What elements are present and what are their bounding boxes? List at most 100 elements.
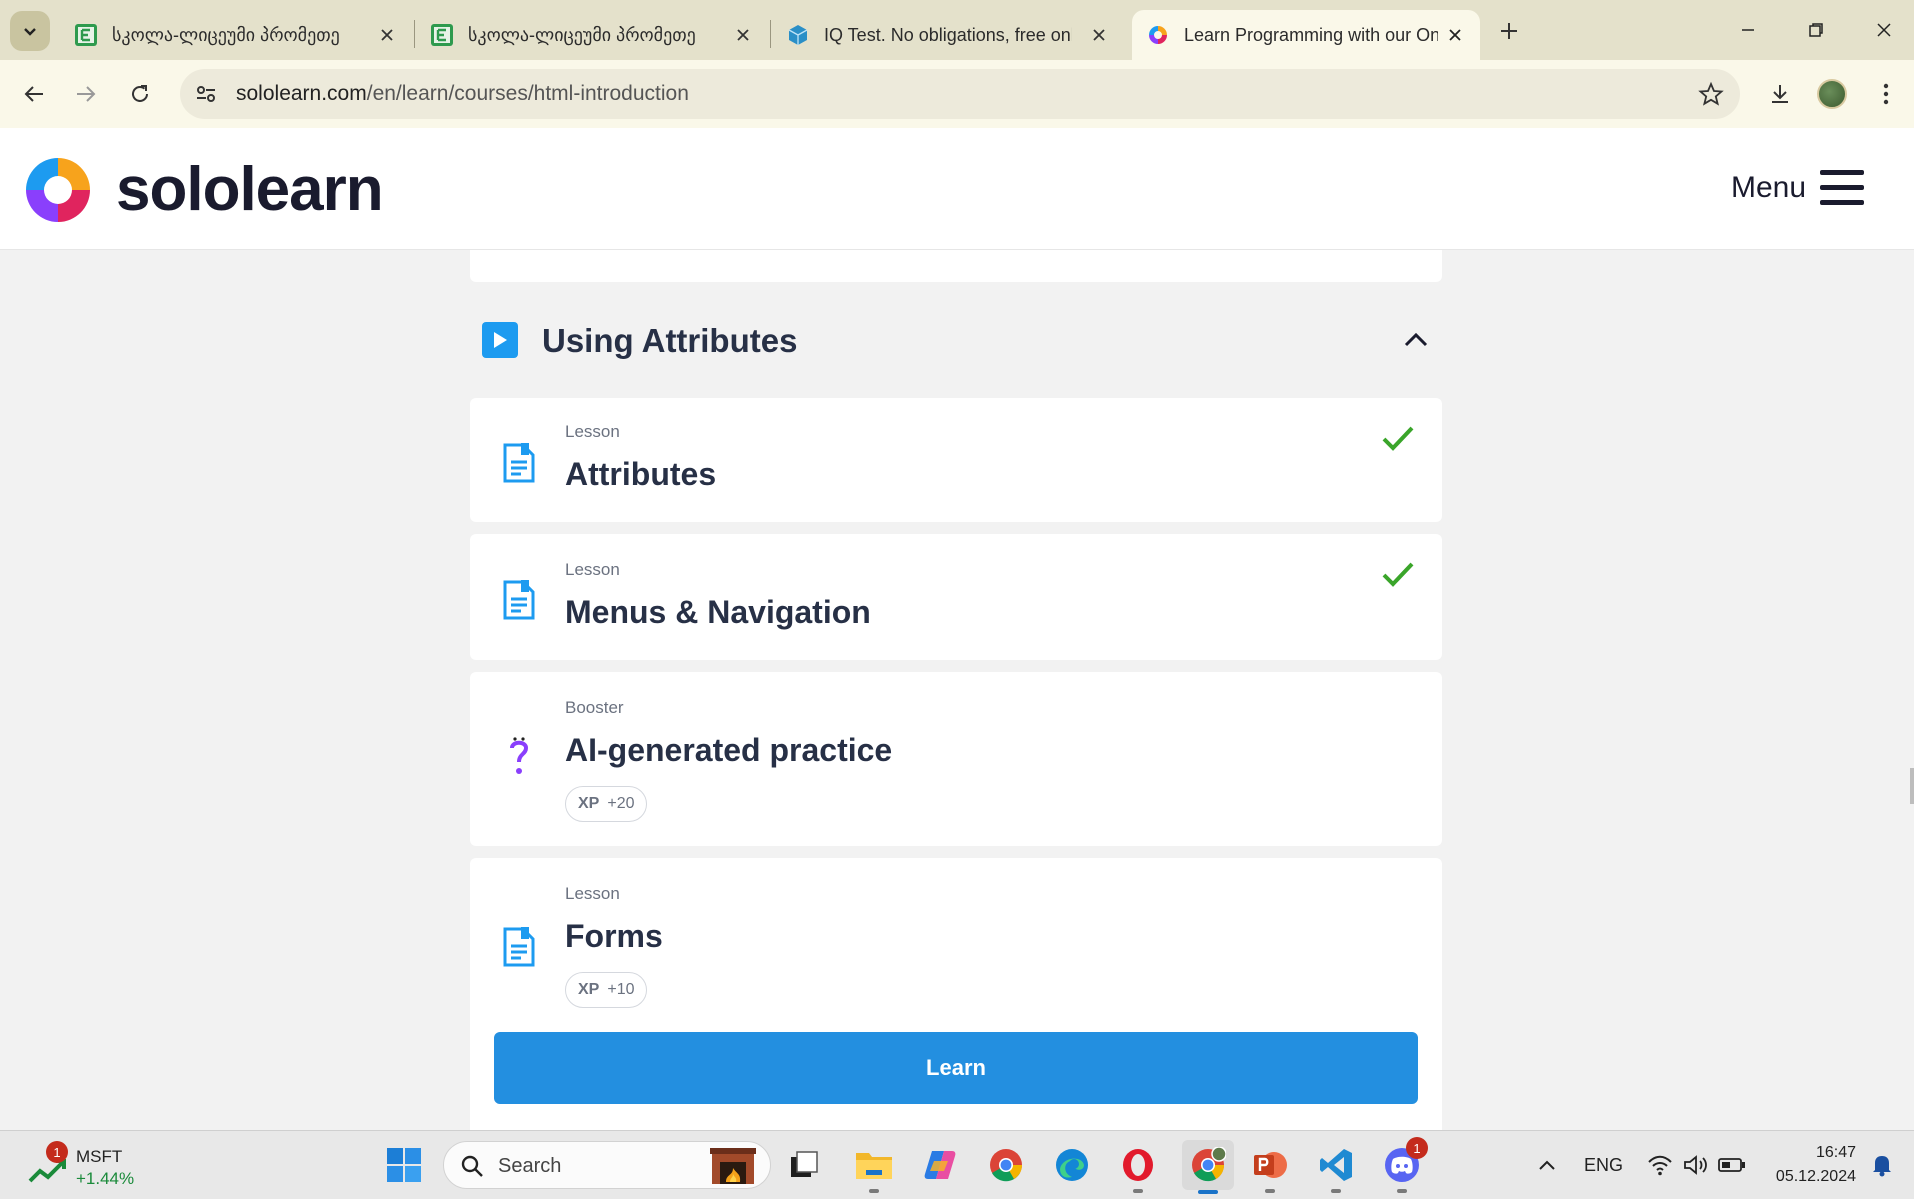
- restore-button[interactable]: [1798, 14, 1834, 46]
- taskbar-file-explorer[interactable]: [852, 1143, 896, 1193]
- downloads-button[interactable]: [1760, 74, 1800, 114]
- wifi-icon: [1648, 1155, 1672, 1176]
- blue-cube-icon: [788, 25, 808, 45]
- item-kind: Booster: [565, 698, 624, 717]
- bell-icon: [1873, 1156, 1891, 1177]
- play-icon: [482, 322, 518, 358]
- notification-badge: 1: [1406, 1137, 1428, 1159]
- question-mark-icon: [510, 737, 529, 774]
- taskbar-vscode[interactable]: [1314, 1143, 1358, 1193]
- start-button[interactable]: [382, 1143, 426, 1187]
- item-title: Forms: [565, 918, 663, 954]
- close-icon[interactable]: [376, 24, 398, 46]
- checkmark-icon: [1382, 426, 1414, 451]
- reload-icon: [132, 85, 148, 102]
- menu-label: Menu: [1730, 171, 1806, 204]
- stock-widget[interactable]: 1 MSFT +1.44%: [26, 1141, 156, 1191]
- lesson-card-menus-navigation[interactable]: Lesson Menus & Navigation: [470, 534, 1442, 660]
- xp-label: XP: [578, 795, 600, 812]
- taskbar-chrome-profile-active[interactable]: [1182, 1140, 1234, 1194]
- search-icon: [461, 1155, 483, 1177]
- url-host: sololearn.com: [236, 82, 367, 105]
- tab-search-button[interactable]: [10, 11, 50, 51]
- green-e-icon: [75, 24, 97, 46]
- xp-value: +10: [607, 981, 635, 998]
- language-indicator[interactable]: ENG: [1584, 1155, 1623, 1176]
- close-icon[interactable]: [1088, 24, 1110, 46]
- tab-prometheus-1[interactable]: სკოლა-ლიცეუმი პრომეთე: [60, 10, 412, 60]
- close-icon: [1877, 23, 1891, 37]
- wifi-status[interactable]: [1640, 1143, 1680, 1187]
- site-header: sololearn Menu: [0, 128, 1914, 250]
- volume-status[interactable]: [1676, 1143, 1716, 1187]
- forward-button[interactable]: [66, 74, 106, 114]
- chevron-up-icon[interactable]: [1400, 324, 1432, 356]
- avatar: [1817, 79, 1847, 109]
- back-button[interactable]: [14, 74, 54, 114]
- lesson-card-attributes[interactable]: Lesson Attributes: [470, 398, 1442, 522]
- taskbar-copilot[interactable]: [918, 1143, 962, 1187]
- taskbar-discord[interactable]: 1: [1380, 1137, 1428, 1193]
- tab-title: სკოლა-ლიცეუმი პრომეთე: [468, 24, 696, 45]
- clock-time: 16:47: [1815, 1144, 1856, 1161]
- minimize-button[interactable]: [1730, 14, 1766, 46]
- xp-label: XP: [578, 981, 600, 998]
- bookmark-star-icon[interactable]: [1698, 81, 1724, 107]
- tab-title: IQ Test. No obligations, free onl: [824, 24, 1072, 45]
- browser-toolbar: sololearn.com/en/learn/courses/html-intr…: [0, 60, 1914, 128]
- task-view-button[interactable]: [782, 1143, 826, 1187]
- booster-card-ai-practice[interactable]: Booster AI-generated practice XP +20: [470, 672, 1442, 846]
- task-view-icon: [791, 1151, 818, 1177]
- tray-overflow-button[interactable]: [1522, 1143, 1572, 1187]
- brand-name[interactable]: sololearn: [116, 154, 384, 225]
- battery-status[interactable]: [1712, 1143, 1752, 1187]
- reload-button[interactable]: [120, 74, 160, 114]
- new-tab-button[interactable]: [1494, 16, 1524, 46]
- close-icon[interactable]: [1444, 24, 1466, 46]
- green-e-icon: [431, 24, 453, 46]
- section-header[interactable]: Using Attributes: [470, 312, 1442, 368]
- tab-prometheus-2[interactable]: სკოლა-ლიცეუმი პრომეთე: [416, 10, 768, 60]
- chevron-down-icon: [24, 28, 36, 36]
- taskbar-chrome[interactable]: [984, 1143, 1028, 1187]
- tab-sololearn[interactable]: Learn Programming with our Onl: [1132, 10, 1480, 60]
- clock-date: 05.12.2024: [1775, 1168, 1856, 1185]
- notifications-button[interactable]: [1862, 1143, 1902, 1187]
- browser-tab-strip: სკოლა-ლიცეუმი პრომეთე სკოლა-ლიცეუმი პრომ…: [0, 0, 1914, 60]
- site-menu-button[interactable]: Menu: [1731, 170, 1864, 206]
- taskbar-search[interactable]: Search: [443, 1141, 771, 1189]
- vscode-icon: [1320, 1149, 1352, 1181]
- learn-button[interactable]: Learn: [494, 1032, 1418, 1104]
- system-clock[interactable]: 16:47 05.12.2024: [1776, 1141, 1856, 1189]
- url-text: sololearn.com/en/learn/courses/html-intr…: [236, 82, 689, 106]
- browser-menu-button[interactable]: [1866, 74, 1906, 114]
- checkmark-icon: [1382, 562, 1414, 587]
- arrow-right-icon: [77, 86, 96, 102]
- previous-card-edge: [470, 250, 1442, 282]
- sololearn-logo-icon[interactable]: [22, 154, 94, 226]
- tab-separator: [770, 20, 771, 48]
- powerpoint-icon: [1254, 1152, 1287, 1178]
- item-kind: Lesson: [565, 422, 620, 441]
- item-title: Menus & Navigation: [565, 594, 871, 630]
- site-settings-icon[interactable]: [194, 82, 218, 106]
- xp-badge: XP +20: [565, 786, 648, 822]
- item-title: Attributes: [565, 456, 717, 492]
- tab-separator: [414, 20, 415, 48]
- windows-logo-icon: [387, 1148, 421, 1182]
- taskbar-edge[interactable]: [1050, 1143, 1094, 1187]
- folder-icon: [856, 1153, 892, 1179]
- scrollbar-thumb[interactable]: [1910, 768, 1914, 804]
- download-icon: [1772, 85, 1788, 103]
- profile-button[interactable]: [1812, 74, 1852, 114]
- address-bar[interactable]: sololearn.com/en/learn/courses/html-intr…: [180, 69, 1740, 119]
- close-icon[interactable]: [732, 24, 754, 46]
- arrow-left-icon: [24, 86, 43, 102]
- edge-icon: [1056, 1149, 1088, 1181]
- lesson-doc-icon: [503, 580, 535, 620]
- sololearn-icon: [1149, 26, 1167, 44]
- close-window-button[interactable]: [1866, 14, 1902, 46]
- taskbar-opera[interactable]: [1116, 1143, 1160, 1193]
- tab-iq-test[interactable]: IQ Test. No obligations, free onl: [772, 10, 1124, 60]
- taskbar-powerpoint[interactable]: [1248, 1143, 1292, 1193]
